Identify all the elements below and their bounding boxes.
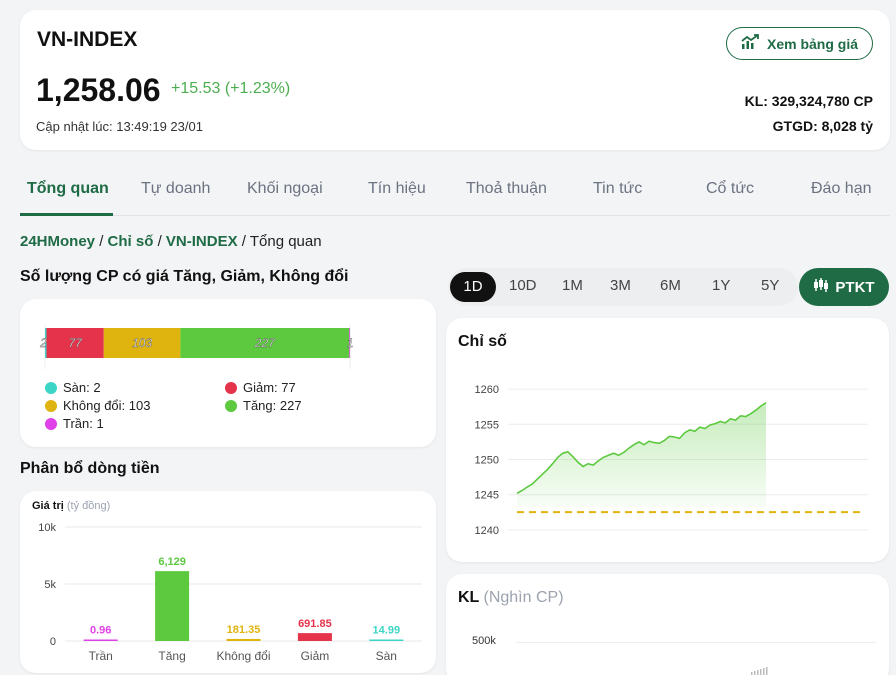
flow-value-label: 6,129 — [158, 556, 186, 568]
technical-analysis-button[interactable]: PTKT — [799, 268, 889, 306]
breadcrumb-separator: / — [241, 233, 246, 250]
period-6m[interactable]: 6M — [660, 277, 681, 294]
view-price-board-label: Xem bảng giá — [766, 35, 859, 52]
tab-proprietary[interactable]: Tự doanh — [141, 180, 210, 198]
legend-unchanged: Không đổi: 103 — [45, 398, 150, 413]
breadcrumb-separator: / — [157, 233, 162, 250]
legend-up-label: Tăng: 227 — [243, 398, 302, 413]
flow-bar — [297, 633, 332, 641]
tab-news[interactable]: Tin tức — [593, 180, 642, 198]
flow-bar — [83, 639, 118, 641]
flow-ytick-label: 0 — [50, 636, 56, 648]
flow-value-label: 0.96 — [90, 625, 111, 637]
index-area — [517, 402, 766, 508]
period-10d[interactable]: 10D — [509, 277, 537, 294]
tab-overview[interactable]: Tổng quan — [27, 180, 109, 198]
breadth-bar: 2 77 103 227 1 — [39, 325, 354, 369]
money-flow-card: Giá trị (tỷ đồng) 0 5k 10k 0.96 Trần 6,129 Tăn… — [20, 491, 436, 673]
index-summary-card: VN-INDEX 1,258.06 +15.53 (+1.23%) Cập nh… — [20, 10, 890, 150]
breadth-segment-label: 1 — [347, 336, 354, 350]
legend-floor-label: Sàn: 2 — [63, 380, 101, 395]
flow-category-label: Tăng — [158, 649, 185, 663]
index-ytick-label: 1240 — [475, 525, 499, 537]
period-selector: 1D 10D 1M 3M 6M 1Y 5Y — [448, 268, 798, 306]
breadcrumb-current: Tổng quan — [249, 233, 322, 250]
value-total: GTGD: 8,028 tỷ — [772, 118, 873, 134]
index-ytick-label: 1255 — [475, 419, 499, 431]
flow-bar — [155, 571, 190, 641]
volume-bar-stub — [751, 667, 768, 675]
update-time: Cập nhật lúc: 13:49:19 23/01 — [36, 119, 203, 134]
volume-chart-card: KL (Nghìn CP) 500k — [446, 574, 889, 675]
breadth-segment-label: 2 — [39, 336, 47, 350]
breadth-title: Số lượng CP có giá Tăng, Giảm, Không đổi — [20, 268, 349, 285]
breadcrumb-separator: / — [99, 233, 104, 250]
index-name: VN-INDEX — [37, 28, 138, 51]
active-tab-indicator — [20, 213, 113, 216]
index-ytick-label: 1245 — [475, 490, 499, 502]
legend-up: Tăng: 227 — [225, 398, 302, 413]
up-dot-icon — [225, 399, 237, 412]
money-flow-title: Phân bổ dòng tiền — [20, 460, 160, 477]
breadth-segment-label: 77 — [68, 336, 83, 350]
chart-trend-icon — [741, 34, 761, 53]
index-price: 1,258.06 — [36, 72, 161, 108]
flow-value-label: 14.99 — [373, 625, 401, 637]
period-3m[interactable]: 3M — [610, 277, 631, 294]
tab-signals[interactable]: Tín hiệu — [368, 180, 426, 198]
candlestick-icon — [813, 278, 829, 296]
index-chart-card: Chỉ số 1240 1245 1250 1255 1260 — [446, 318, 889, 562]
flow-category-label: Không đổi — [216, 649, 270, 663]
floor-dot-icon — [45, 381, 57, 394]
breadcrumb: 24HMoney / Chỉ số / VN-INDEX / Tổng quan — [20, 233, 322, 250]
breadcrumb-indices[interactable]: Chỉ số — [108, 233, 154, 250]
period-1d[interactable]: 1D — [450, 272, 496, 302]
flow-ytick-label: 5k — [44, 579, 56, 591]
down-dot-icon — [225, 381, 237, 394]
period-5y[interactable]: 5Y — [761, 277, 779, 294]
tab-bar: Tổng quan Tự doanh Khối ngoại Tín hiệu T… — [20, 172, 890, 216]
legend-ceiling-label: Trần: 1 — [63, 416, 104, 431]
tab-foreign[interactable]: Khối ngoại — [247, 180, 323, 198]
legend-unchanged-label: Không đổi: 103 — [63, 398, 151, 413]
breadth-segment-label: 103 — [132, 336, 152, 350]
period-1m[interactable]: 1M — [562, 277, 583, 294]
index-ytick-label: 1260 — [475, 384, 499, 396]
flow-value-label: 181.35 — [227, 624, 261, 636]
flow-ytick-label: 10k — [38, 522, 56, 534]
legend-down-label: Giảm: 77 — [243, 380, 296, 395]
flow-category-label: Giảm — [301, 649, 330, 663]
flow-value-label: 691.85 — [298, 618, 332, 630]
period-1y[interactable]: 1Y — [712, 277, 730, 294]
tab-dividends[interactable]: Cổ tức — [706, 180, 754, 198]
index-ytick-label: 1250 — [475, 455, 499, 467]
breadcrumb-index[interactable]: VN-INDEX — [166, 233, 238, 250]
tab-maturity[interactable]: Đáo hạn — [811, 180, 872, 198]
technical-analysis-label: PTKT — [835, 278, 875, 296]
tab-negotiated[interactable]: Thoả thuận — [466, 180, 547, 198]
index-line-chart: 1240 1245 1250 1255 1260 — [475, 384, 868, 537]
flow-category-label: Trần — [89, 649, 113, 663]
legend-down: Giảm: 77 — [225, 380, 296, 395]
view-price-board-button[interactable]: Xem bảng giá — [726, 27, 873, 60]
breadcrumb-home[interactable]: 24HMoney — [20, 233, 95, 250]
flow-bar — [369, 639, 404, 641]
legend-ceiling: Trần: 1 — [45, 416, 104, 431]
index-change: +15.53 (+1.23%) — [171, 80, 291, 97]
volume-bars — [751, 667, 768, 675]
money-flow-chart: 0 5k 10k 0.96 Trần 6,129 Tăng 181.35 Không đổi 69… — [38, 522, 422, 663]
volume-total: KL: 329,324,780 CP — [744, 93, 873, 109]
breadth-card: 2 77 103 227 1 Sàn: 2 Giảm: 77 Không đổi: 10… — [20, 299, 436, 447]
ceiling-dot-icon — [45, 417, 57, 430]
legend-floor: Sàn: 2 — [45, 380, 101, 395]
breadth-segment-label: 227 — [254, 336, 276, 350]
flow-bar — [226, 638, 261, 641]
unchanged-dot-icon — [45, 399, 57, 412]
flow-category-label: Sàn — [376, 649, 397, 663]
